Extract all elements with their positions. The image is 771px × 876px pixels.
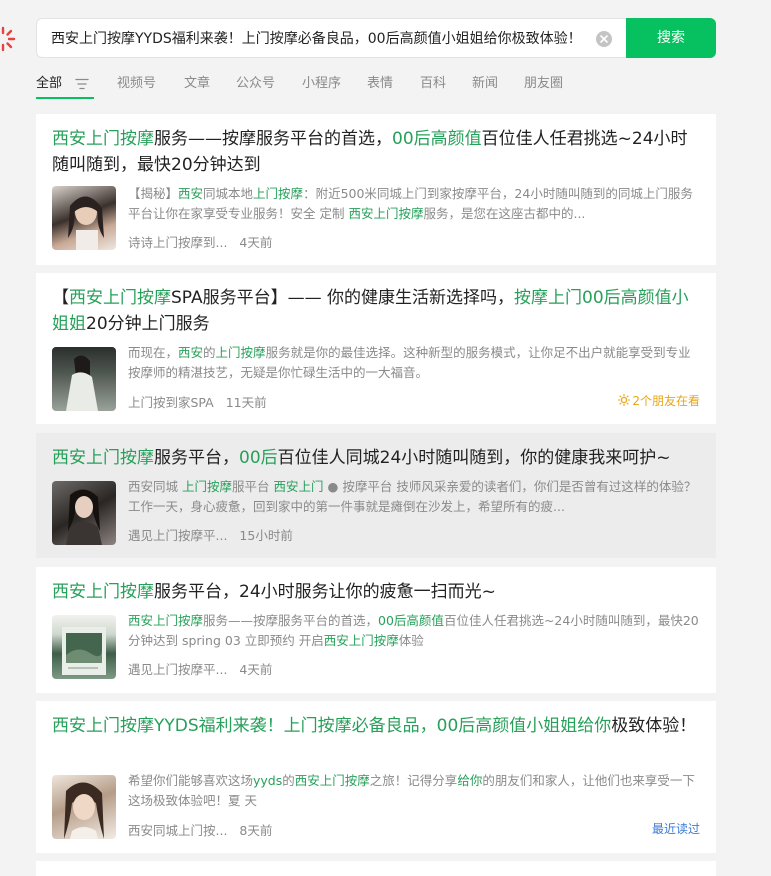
text-segment: 服务，是您在这座古都中的...: [423, 206, 586, 221]
highlight-text: 00后高颜值: [392, 129, 482, 149]
result-thumbnail: [52, 615, 116, 679]
result-thumbnail: [52, 347, 116, 411]
result-thumbnail: [52, 186, 116, 250]
highlight-text: 西安上门按摩: [69, 288, 171, 308]
highlight-text: 西安上门按摩: [348, 206, 424, 221]
text-segment: SPA服务平台】—— 你的健康生活新选择吗，: [171, 288, 514, 308]
tab-moments[interactable]: 朋友圈: [524, 72, 563, 91]
result-card[interactable]: [36, 861, 716, 876]
result-meta: 遇见上门按摩平... 4天前: [128, 659, 272, 678]
result-snippet: 西安上门按摩服务——按摩服务平台的首选，00后高颜值百位佳人任君挑选~24小时随…: [128, 611, 700, 651]
text-segment: 而现在，: [128, 345, 179, 360]
result-title[interactable]: 【西安上门按摩SPA服务平台】—— 你的健康生活新选择吗，按摩上门00后高颜值小…: [52, 285, 702, 337]
result-time: 8天前: [239, 823, 273, 838]
search-button[interactable]: 搜索: [626, 18, 716, 58]
result-source[interactable]: 诗诗上门按摩到...: [128, 235, 227, 250]
friends-watching-label: 2个朋友在看: [632, 394, 700, 408]
text-segment: 之旅！记得分享: [369, 773, 458, 788]
result-title[interactable]: 西安上门按摩服务——按摩服务平台的首选，00后高颜值百位佳人任君挑选~24小时随…: [52, 126, 702, 178]
highlight-text: 上门按摩: [181, 479, 232, 494]
result-card[interactable]: 西安上门按摩服务平台，24小时服务让你的疲惫一扫而光~ 西安上门按摩服务——按摩…: [36, 567, 716, 693]
friends-watching-tag: 2个朋友在看: [618, 392, 700, 409]
result-time: 4天前: [239, 662, 273, 677]
tab-official-accounts[interactable]: 公众号: [236, 72, 275, 91]
result-source[interactable]: 上门按到家SPA: [128, 395, 214, 410]
tab-mini-programs[interactable]: 小程序: [302, 72, 341, 91]
highlight-text: 西安上门按摩: [128, 613, 204, 628]
result-title[interactable]: 西安上门按摩服务平台，00后百位佳人同城24小时随叫随到，你的健康我来呵护~: [52, 445, 702, 471]
result-snippet: 希望你们能够喜欢这场yyds的西安上门按摩之旅！记得分享给你的朋友们和家人，让他…: [128, 771, 700, 811]
text-segment: 服务平台，24小时服务让你的疲惫一扫而光~: [154, 582, 496, 602]
highlight-text: 上门按摩: [215, 345, 266, 360]
result-card[interactable]: 西安上门按摩服务平台，00后百位佳人同城24小时随叫随到，你的健康我来呵护~ 西…: [36, 433, 716, 558]
highlight-text: 西安上门: [273, 479, 324, 494]
wechat-search-logo-icon: [0, 22, 20, 56]
text-segment: 的: [282, 773, 295, 788]
text-segment: 的: [203, 345, 216, 360]
tab-all[interactable]: 全部: [36, 72, 62, 91]
result-card[interactable]: 西安上门按摩服务——按摩服务平台的首选，00后高颜值百位佳人任君挑选~24小时随…: [36, 114, 716, 265]
result-card[interactable]: 【西安上门按摩SPA服务平台】—— 你的健康生活新选择吗，按摩上门00后高颜值小…: [36, 273, 716, 424]
result-meta: 遇见上门按摩平... 15小时前: [128, 525, 293, 544]
highlight-text: 西安上门按摩: [323, 633, 399, 648]
highlight-text: 西安上门按摩YYDS福利来袭！上门按摩必备良品，00后高颜值小姐姐给你: [52, 716, 612, 736]
text-segment: 体验: [398, 633, 424, 648]
tab-stickers[interactable]: 表情: [367, 72, 393, 91]
friends-icon: [618, 393, 631, 407]
highlight-text: 西安: [178, 186, 204, 201]
result-snippet: 【揭秘】西安同城本地上门按摩：附近500米同城上门到家按摩平台，24小时随叫随到…: [128, 184, 700, 224]
text-segment: 服务——按摩服务平台的首选，: [154, 129, 392, 149]
highlight-text: 给你: [457, 773, 483, 788]
result-title[interactable]: 西安上门按摩服务平台，24小时服务让你的疲惫一扫而光~: [52, 579, 702, 605]
text-segment: 20分钟上门服务: [86, 314, 210, 334]
highlight-text: 西安上门按摩: [52, 448, 154, 468]
result-source[interactable]: 西安同城上门按...: [128, 823, 227, 838]
highlight-text: 西安上门按摩: [52, 582, 154, 602]
active-tab-indicator: [36, 97, 94, 99]
text-segment: 百位佳人同城24小时随叫随到，你的健康我来呵护~: [277, 448, 671, 468]
result-time: 11天前: [225, 395, 267, 410]
text-segment: 服务——按摩服务平台的首选，: [203, 613, 379, 628]
highlight-text: 西安: [178, 345, 204, 360]
highlight-text: 西安上门按摩: [52, 129, 154, 149]
result-source[interactable]: 遇见上门按摩平...: [128, 662, 227, 677]
result-snippet: 而现在，西安的上门按摩服务就是你的最佳选择。这种新型的服务模式，让你足不出户就能…: [128, 343, 700, 383]
text-segment: 极致体验！: [611, 716, 697, 736]
result-meta: 上门按到家SPA 11天前: [128, 392, 267, 411]
text-segment: 【揭秘】: [128, 186, 179, 201]
result-thumbnail: [52, 481, 116, 545]
highlight-text: 00后: [239, 448, 278, 468]
text-segment: 西安同城: [128, 479, 182, 494]
highlight-text: yyds: [253, 773, 283, 788]
text-segment: 希望你们能够喜欢这场: [128, 773, 254, 788]
result-meta: 诗诗上门按摩到... 4天前: [128, 232, 272, 251]
tab-news[interactable]: 新闻: [472, 72, 498, 91]
tab-encyclopedia[interactable]: 百科: [420, 72, 446, 91]
result-meta: 西安同城上门按... 8天前: [128, 820, 272, 839]
search-box: [36, 18, 626, 58]
result-thumbnail: [52, 775, 116, 839]
text-segment: 【: [52, 288, 69, 308]
result-time: 15小时前: [239, 528, 293, 543]
recently-read-tag: 最近读过: [651, 822, 700, 836]
text-segment: 同城本地: [203, 186, 254, 201]
clear-search-icon[interactable]: [596, 31, 612, 47]
text-segment: 服务平台，: [154, 448, 239, 468]
result-snippet: 西安同城 上门按摩服平台 西安上门 ● 按摩平台 技师风采亲爱的读者们，你们是否…: [128, 477, 700, 517]
result-source[interactable]: 遇见上门按摩平...: [128, 528, 227, 543]
result-title[interactable]: 西安上门按摩YYDS福利来袭！上门按摩必备良品，00后高颜值小姐姐给你极致体验！: [52, 713, 702, 739]
result-card[interactable]: 西安上门按摩YYDS福利来袭！上门按摩必备良品，00后高颜值小姐姐给你极致体验！…: [36, 701, 716, 853]
highlight-text: 西安上门按摩: [294, 773, 370, 788]
search-input[interactable]: [51, 19, 591, 57]
text-segment: 服平台: [232, 479, 274, 494]
tab-articles[interactable]: 文章: [184, 72, 210, 91]
filter-icon[interactable]: [75, 75, 89, 90]
highlight-text: 上门按摩: [253, 186, 304, 201]
result-time: 4天前: [239, 235, 273, 250]
highlight-text: 00后高颜值: [378, 613, 444, 628]
tab-channels[interactable]: 视频号: [117, 72, 156, 91]
